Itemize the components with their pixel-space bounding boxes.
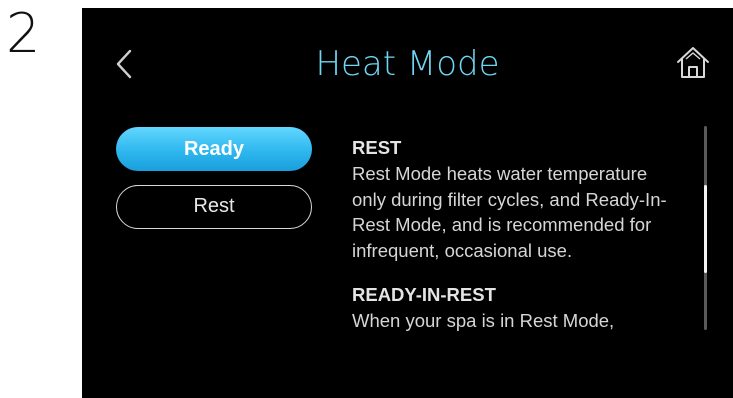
section-body-ready-in-rest: When your spa is in Rest Mode,: [352, 309, 615, 331]
spa-control-screen: Heat Mode Ready Rest REST Rest Mode heat…: [82, 8, 733, 398]
page-title: Heat Mode: [315, 44, 500, 84]
home-icon: [677, 47, 709, 78]
home-button[interactable]: [674, 44, 712, 82]
scrollbar[interactable]: [704, 126, 707, 330]
scrollbar-thumb[interactable]: [704, 185, 707, 273]
mode-description-panel[interactable]: REST Rest Mode heats water temperature o…: [352, 135, 672, 369]
section-body-rest: Rest Mode heats water temperature only d…: [352, 162, 667, 262]
section-heading-rest: REST: [352, 137, 402, 158]
rest-mode-button[interactable]: Rest: [116, 185, 312, 229]
section-heading-ready-in-rest: READY-IN-REST: [352, 283, 496, 305]
ready-mode-button[interactable]: Ready: [116, 127, 312, 171]
step-number: 2: [6, 2, 41, 65]
